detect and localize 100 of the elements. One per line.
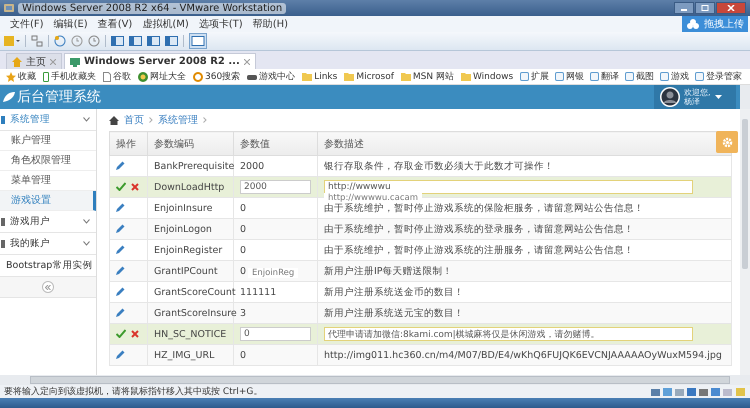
favorite-link[interactable]: Links: [302, 72, 338, 82]
monitor-icon: [70, 56, 80, 66]
sidebar-group[interactable]: 系统管理: [0, 109, 96, 131]
vm-tab[interactable]: 主页: [6, 53, 62, 69]
chevron-icon: [83, 219, 90, 224]
scrollbar[interactable]: [0, 375, 750, 385]
browser-tool-button[interactable]: 网银: [555, 70, 584, 83]
app-icon: [4, 3, 14, 13]
sidebar-item[interactable]: 角色权限管理: [0, 151, 96, 171]
close-icon[interactable]: [131, 330, 139, 338]
double-chevron-icon: [45, 284, 51, 290]
pencil-icon[interactable]: [116, 287, 125, 296]
page-icon: [103, 72, 111, 82]
column-header: 参数编码: [148, 132, 234, 156]
table-cell: 由于系统维护，暂时停止游戏系统的登录服务，请留意网站公告信息！: [324, 224, 634, 234]
menu-item[interactable]: 虚拟机(M): [142, 17, 189, 31]
input-field[interactable]: 2000: [240, 180, 311, 194]
window-icon[interactable]: [111, 35, 124, 47]
table-cell: 由于系统维护，暂时停止游戏系统的注册服务，请留意网站公告信息！: [324, 244, 634, 256]
autocomplete-suggestion[interactable]: EnjoinReg: [248, 268, 298, 278]
settings-icon: [722, 136, 732, 148]
input-field[interactable]: 代理申请请加微信:8kami.com|棋城麻将仅是休闲游戏，请勿赌博。: [324, 327, 693, 341]
close-icon[interactable]: [244, 58, 250, 64]
pencil-icon[interactable]: [116, 224, 125, 234]
browser-tool-button[interactable]: 登录管家: [695, 70, 742, 83]
autocomplete-suggestion[interactable]: http://wwwwu.cacam: [324, 193, 422, 203]
user-name: 杨泽: [684, 97, 701, 106]
bullet-icon: [1, 218, 5, 226]
menu-item[interactable]: 查看(V): [98, 17, 132, 31]
sidebar-group[interactable]: 我的账户: [0, 233, 96, 255]
window-icon[interactable]: [129, 35, 142, 47]
table-cell: 111111: [240, 286, 276, 298]
bullet-icon: [1, 116, 5, 124]
status-text: 要将输入定向到该虚拟机，请将鼠标指针移入其中或按 Ctrl+G。: [4, 386, 262, 398]
input-field[interactable]: 0: [240, 327, 311, 341]
scrollbar[interactable]: [740, 109, 750, 375]
input-field[interactable]: http://wwwwu: [324, 180, 693, 194]
table-cell: 新用户注册系统送元宝的数目！: [324, 308, 464, 318]
favorite-link[interactable]: 收藏: [6, 70, 36, 83]
chevron-icon: [203, 117, 207, 123]
sidebar-group[interactable]: 游戏用户: [0, 211, 96, 233]
window-icon[interactable]: [147, 35, 160, 47]
pencil-icon[interactable]: [116, 203, 125, 212]
menu-item[interactable]: 选项卡(T): [198, 17, 243, 31]
sidebar-item[interactable]: 游戏设置: [0, 191, 96, 211]
table-cell: HN_SC_NOTICE: [148, 324, 234, 344]
tool-icon: [520, 72, 530, 81]
user-menu[interactable]: 欢迎您, 杨泽: [654, 85, 736, 109]
pencil-icon[interactable]: [116, 161, 125, 170]
check-icon[interactable]: [116, 329, 126, 338]
collapse-button[interactable]: [42, 281, 54, 293]
column-header: 参数描述: [318, 132, 732, 156]
menu-item[interactable]: 帮助(H): [252, 17, 288, 31]
vm-tab[interactable]: Windows Server 2008 R2 ...: [64, 53, 256, 69]
pencil-icon[interactable]: [116, 308, 125, 318]
table-cell: 新用户注册IP每天赠送限制！: [324, 266, 453, 276]
favorite-link[interactable]: 360搜索: [193, 70, 240, 83]
table-cell: 0: [240, 266, 246, 276]
maximize-button[interactable]: [695, 2, 715, 14]
close-icon[interactable]: [50, 58, 56, 64]
browser-tool-button[interactable]: 游戏: [660, 70, 690, 83]
chevron-icon: [83, 241, 90, 246]
phone-icon: [43, 72, 49, 82]
pencil-icon[interactable]: [116, 245, 125, 254]
sidebar-item[interactable]: 账户管理: [0, 131, 96, 151]
network-icon[interactable]: [31, 35, 43, 47]
browser-tool-button[interactable]: 截图: [625, 70, 654, 83]
favorite-link[interactable]: 手机收藏夹: [43, 70, 96, 83]
device-icons-drawing[interactable]: [651, 386, 746, 396]
table-cell: 0: [240, 244, 246, 256]
column-header: 参数值: [234, 132, 318, 156]
favorite-link[interactable]: Microsof: [344, 72, 394, 82]
favorite-link[interactable]: MSN 网站: [400, 70, 454, 83]
bullet-icon: [1, 240, 5, 248]
pencil-icon[interactable]: [116, 266, 125, 276]
close-button[interactable]: [716, 2, 746, 14]
folder-icon: [400, 72, 411, 80]
window-icon[interactable]: [189, 33, 207, 49]
gamepad-icon: [247, 72, 258, 80]
pencil-icon[interactable]: [116, 350, 125, 360]
browser-tool-button[interactable]: 扩展: [520, 70, 550, 83]
favorite-link[interactable]: 网址大全: [138, 70, 186, 83]
breadcrumb-link[interactable]: 首页: [124, 113, 144, 127]
star-icon: [6, 72, 16, 82]
check-icon[interactable]: [116, 182, 126, 192]
favorite-link[interactable]: 谷歌: [103, 70, 131, 83]
table-cell: 0: [240, 202, 246, 214]
table-cell: 新用户注册系统送金币的数目！: [324, 286, 464, 298]
favorite-link[interactable]: 游戏中心: [247, 70, 296, 83]
breadcrumb-link[interactable]: 系统管理: [158, 113, 198, 127]
close-icon[interactable]: [131, 182, 139, 191]
window-icon[interactable]: [165, 35, 178, 47]
menu-item[interactable]: 文件(F): [10, 17, 44, 31]
table-cell: 3: [240, 308, 246, 318]
minimize-button[interactable]: [674, 2, 694, 14]
menu-item[interactable]: 编辑(E): [54, 17, 88, 31]
browser-tool-button[interactable]: 翻译: [590, 70, 620, 83]
table-cell: 0: [240, 350, 246, 360]
power-icon[interactable]: [4, 35, 20, 47]
favorite-link[interactable]: Windows: [460, 72, 514, 82]
